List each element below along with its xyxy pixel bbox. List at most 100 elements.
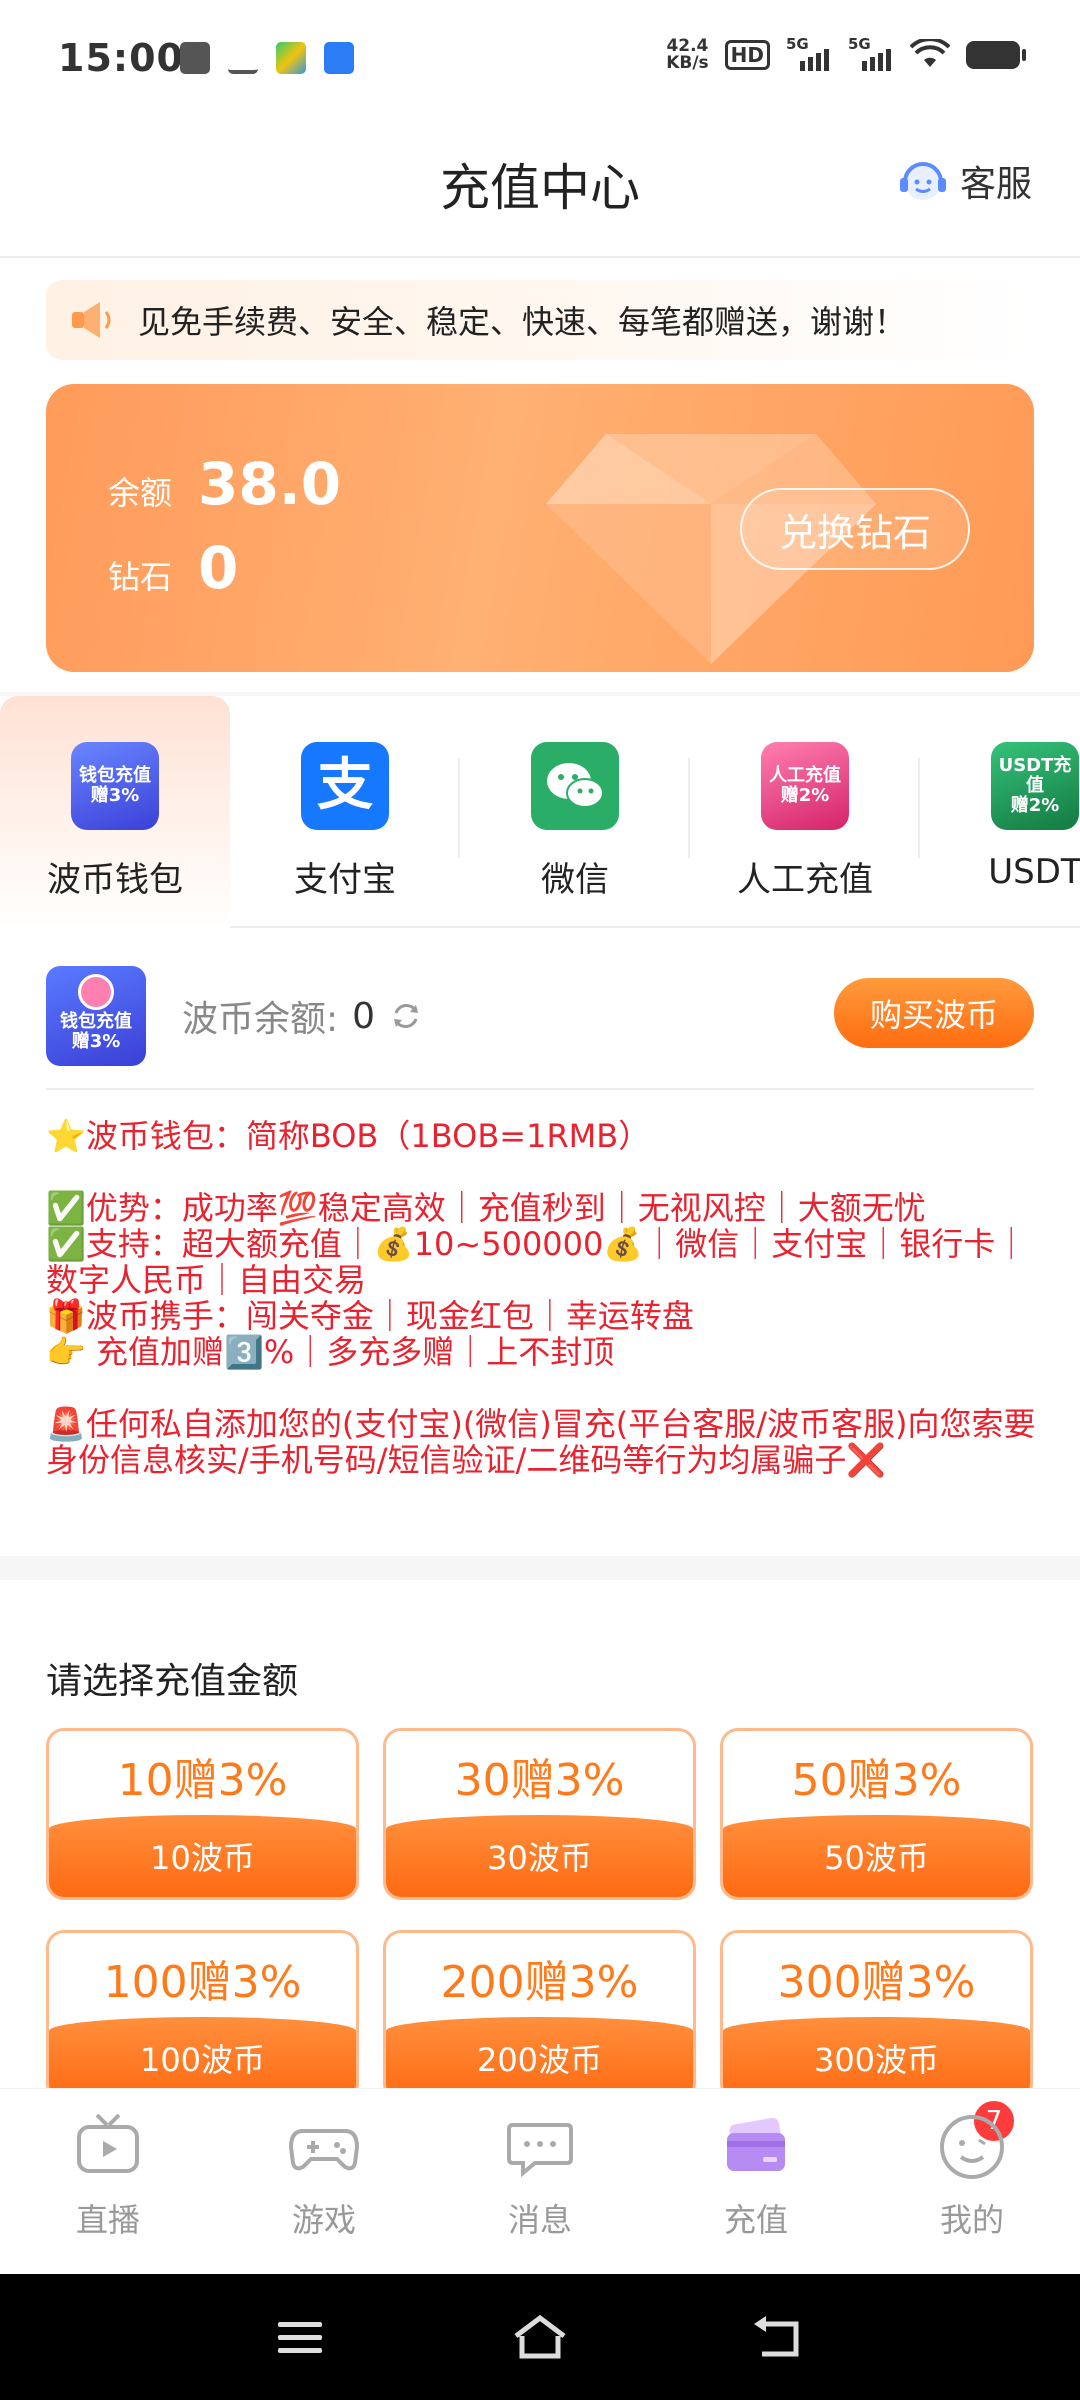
section-divider [0,1556,1080,1580]
amount-option-50[interactable]: 50赠3% 50波币 [720,1728,1033,1900]
message-icon [507,2123,573,2178]
refresh-icon[interactable] [389,999,423,1033]
amount-bonus-label: 50赠3% [791,1755,962,1806]
nav-label: 我的 [939,2201,1004,2239]
back-icon[interactable] [752,2314,804,2360]
info-line: 👉 充值加赠3️⃣%｜多充多赠｜上不封顶 [46,1333,615,1371]
wallet-icon: 钱包充值 赠3% [71,742,159,830]
checkmark-icon [228,42,258,74]
wallet-balance-label: 波币余额: [182,999,339,1040]
signal-label-2: 5G [848,35,871,53]
payment-method-usdt[interactable]: USDT充值 赠2% USDT [920,696,1080,928]
customer-service-label: 客服 [959,164,1032,205]
amount-coin-label: 300波币 [723,2017,1030,2099]
diamond-label: 钻石 [108,558,173,596]
wifi-icon [910,39,950,67]
tv-icon [77,2113,139,2173]
manual-recharge-icon: 人工充值 赠2% [761,742,849,830]
home-icon[interactable] [510,2312,570,2362]
menu-icon[interactable] [276,2318,324,2358]
notice-text: 见免手续费、安全、稳定、快速、每笔都赠送，谢谢！ [138,303,907,341]
status-indicators: 42.4 KB/s HD 5G 5G [666,35,1026,72]
balance-label: 余额 [108,474,173,512]
payment-method-manual[interactable]: 人工充值 赠2% 人工充值 [690,696,920,928]
signal-label: 5G [786,35,809,53]
amount-section-title: 请选择充值金额 [46,1661,299,1702]
payment-method-label: 波币钱包 [47,860,183,900]
gamepad-icon [288,2129,360,2171]
amount-coin-label: 50波币 [723,1815,1030,1897]
buy-bob-button[interactable]: 购买波币 [834,978,1034,1048]
info-line: ⭐波币钱包：简称BOB（1BOB=1RMB） [46,1117,651,1155]
payment-method-label: 支付宝 [294,860,396,900]
wallet-balance: 波币余额: 0 [182,990,423,1042]
info-line [46,1154,1036,1190]
network-speed: 42.4 KB/s [666,38,708,72]
nav-item-games[interactable]: 游戏 [216,2089,432,2274]
wechat-icon [531,742,619,830]
alipay-icon: 支 [301,742,389,830]
nav-item-recharge[interactable]: 充值 [648,2089,864,2274]
wallet-balance-value: 0 [352,995,376,1037]
payment-method-wechat[interactable]: 微信 [460,696,690,928]
amount-coin-label: 100波币 [49,2017,356,2099]
info-line [46,1370,1036,1406]
feather-app-icon [324,42,354,74]
info-line: 🚨任何私自添加您的(支付宝)(微信)冒充(平台客服/波币客服)向您索要身份信息核… [46,1405,1036,1479]
amount-coin-label: 10波币 [49,1815,356,1897]
app-notification-icon [276,42,306,74]
amount-options-grid: 10赠3% 10波币 30赠3% 30波币 50赠3% 50波币 100赠3% … [46,1728,1036,2102]
exchange-diamond-button[interactable]: 兑换钻石 [740,488,970,570]
bottom-navigation: 直播 游戏 7 消息 充值 我的 [0,2088,1080,2274]
battery-icon [966,41,1026,69]
amount-bonus-label: 100赠3% [103,1957,302,2008]
page-header: 充值中心 客服 [0,110,1080,258]
hd-voice-icon: HD [724,40,770,70]
nav-item-profile[interactable]: 我的 [864,2089,1080,2274]
amount-option-200[interactable]: 200赠3% 200波币 [383,1930,696,2102]
amount-option-30[interactable]: 30赠3% 30波币 [383,1728,696,1900]
clipboard-icon [180,42,210,74]
nav-label: 消息 [507,2201,572,2239]
nav-item-messages[interactable]: 7 消息 [432,2089,1016,2274]
amount-option-100[interactable]: 100赠3% 100波币 [46,1930,359,2102]
payment-method-label: 微信 [541,860,609,900]
speaker-icon [72,302,111,338]
signal-icon: 5G [786,35,832,71]
amount-option-10[interactable]: 10赠3% 10波币 [46,1728,359,1900]
nav-label: 直播 [75,2201,140,2239]
usdt-icon: USDT充值 赠2% [991,742,1079,830]
status-bar: 15:00 42.4 KB/s HD 5G 5G [0,0,1080,110]
diamond-value: 0 [198,534,239,602]
payment-method-label: 人工充值 [737,860,873,900]
nav-label: 游戏 [291,2201,356,2239]
wallet-balance-row: 钱包充值 赠3% 波币余额: 0 购买波币 [46,958,1034,1090]
amount-bonus-label: 30赠3% [454,1755,625,1806]
balance-card: 余额 38.0 钻石 0 兑换钻石 [46,384,1034,672]
system-navigation-bar [0,2274,1080,2400]
payment-method-alipay[interactable]: 支 支付宝 [230,696,460,928]
amount-coin-label: 30波币 [386,1815,693,1897]
info-line: 🎁波币携手：闯关夺金｜现金红包｜幸运转盘 [46,1297,694,1335]
nav-item-live[interactable]: 直播 [0,2089,216,2274]
network-speed-unit: KB/s [666,53,709,73]
amount-coin-label: 200波币 [386,2017,693,2099]
bolt-icon [78,974,114,1010]
notice-bar: 见免手续费、安全、稳定、快速、每笔都赠送，谢谢！ [46,280,1034,360]
diamond-row: 钻石 0 [108,534,238,602]
info-line: ✅优势：成功率💯稳定高效｜充值秒到｜无视风控｜大额无忧 [46,1189,926,1227]
profile-face-icon [940,2115,1004,2179]
notification-icons [180,42,354,74]
status-time: 15:00 [58,36,184,80]
bob-wallet-logo: 钱包充值 赠3% [46,966,146,1066]
amount-bonus-label: 300赠3% [777,1957,976,2008]
payment-method-label: USDT [988,852,1080,892]
payment-method-tabs: 钱包充值 赠3% 波币钱包 支 支付宝 微信 人工充值 赠2% 人工充值 USDT充… [0,696,1080,928]
payment-method-bob-wallet[interactable]: 钱包充值 赠3% 波币钱包 [0,696,230,928]
customer-service-button[interactable]: 客服 [896,154,1032,208]
balance-value: 38.0 [198,450,342,518]
balance-row: 余额 38.0 [108,450,341,518]
signal-icon-2: 5G [848,35,894,71]
nav-label: 充值 [723,2201,788,2239]
amount-option-300[interactable]: 300赠3% 300波币 [720,1930,1033,2102]
